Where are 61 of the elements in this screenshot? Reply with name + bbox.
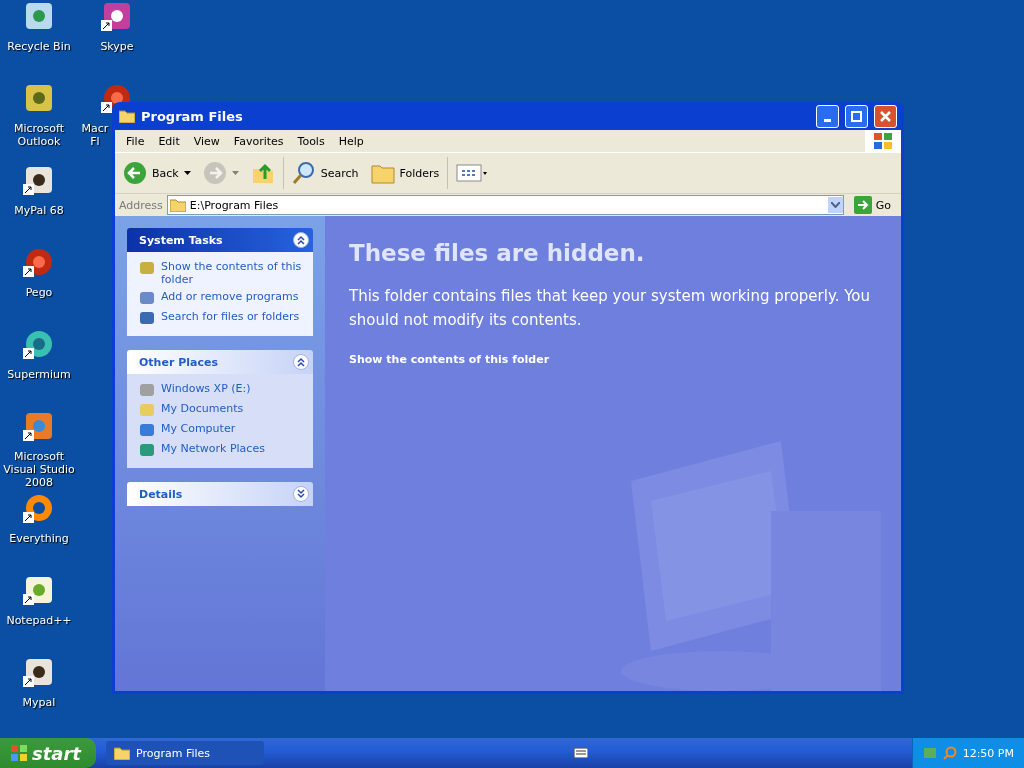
- heading: These files are hidden.: [349, 240, 646, 266]
- icon-label: Everything: [9, 532, 69, 545]
- expand-icon[interactable]: [293, 486, 309, 502]
- task-link[interactable]: Windows XP (E:): [139, 382, 303, 398]
- close-button[interactable]: [874, 104, 897, 128]
- panel-header[interactable]: Other Places: [127, 350, 313, 374]
- icon-label: Skype: [100, 40, 134, 53]
- menu-item[interactable]: File: [119, 134, 152, 148]
- close-icon: [880, 110, 891, 122]
- folder-icon: [169, 198, 186, 212]
- icon-label: MyPal 68: [14, 204, 64, 217]
- collapse-icon[interactable]: [293, 232, 309, 248]
- globe-icon[interactable]: [23, 328, 55, 360]
- icon-label: Mypal: [22, 696, 56, 709]
- folders-button[interactable]: Folders: [366, 162, 444, 184]
- task-link[interactable]: Search for files or folders: [139, 310, 303, 326]
- task-link[interactable]: My Network Places: [139, 442, 303, 458]
- search-button[interactable]: Search: [287, 161, 363, 185]
- back-button[interactable]: Back: [119, 161, 195, 185]
- menu-item[interactable]: Favorites: [226, 134, 291, 148]
- icon-label: Recycle Bin: [7, 40, 71, 53]
- address-field[interactable]: E:\Program Files: [166, 195, 844, 215]
- address-label: Address: [119, 198, 163, 212]
- menu-item[interactable]: Edit: [151, 134, 187, 148]
- task-link[interactable]: My Computer: [139, 422, 303, 438]
- minimize-button[interactable]: [816, 104, 839, 128]
- up-folder-icon: [250, 161, 275, 185]
- task-link[interactable]: My Documents: [139, 402, 303, 418]
- icon-label: Macr Fl: [80, 122, 110, 148]
- folder-icon: [119, 109, 135, 123]
- start-button[interactable]: start: [0, 738, 96, 768]
- icon-label: Supermium: [7, 368, 71, 381]
- folder-icon: [114, 746, 130, 760]
- menu-item[interactable]: View: [186, 134, 227, 148]
- clock: 12:50 PM: [962, 746, 1014, 760]
- caret-icon: [183, 171, 191, 175]
- minimize-icon: [824, 118, 831, 122]
- taskbar-button[interactable]: Program Files: [106, 741, 264, 765]
- windows-flag-icon: [10, 744, 28, 762]
- collapse-icon[interactable]: [293, 354, 309, 370]
- views-icon: [456, 163, 489, 183]
- icon-label: Pego: [25, 286, 53, 299]
- maximize-button[interactable]: [845, 104, 868, 128]
- go-button[interactable]: Go: [847, 196, 897, 214]
- ring-icon[interactable]: [23, 492, 55, 524]
- menu-item[interactable]: Tools: [290, 134, 332, 148]
- icon-label: Notepad++: [6, 614, 72, 627]
- task-link[interactable]: Add or remove programs: [139, 290, 303, 306]
- maximize-icon: [851, 110, 862, 122]
- panel-header[interactable]: System Tasks: [127, 228, 313, 252]
- icon-label: Microsoft Outlook: [12, 122, 66, 148]
- folders-icon: [370, 162, 395, 184]
- icon-label: Microsoft Visual Studio 2008: [2, 450, 76, 489]
- message: This folder contains files that keep your system working properly. You should not modify its contents.: [349, 286, 872, 331]
- caret-icon: [231, 171, 239, 175]
- show-contents-link[interactable]: Show the contents of this folder: [349, 353, 550, 366]
- panel-header[interactable]: Details: [127, 482, 313, 506]
- window-title: Program Files: [141, 108, 244, 124]
- keyboard-icon[interactable]: [573, 748, 588, 758]
- menu-item[interactable]: Help: [331, 134, 371, 148]
- task-link[interactable]: Show the contents of this folder: [139, 260, 303, 286]
